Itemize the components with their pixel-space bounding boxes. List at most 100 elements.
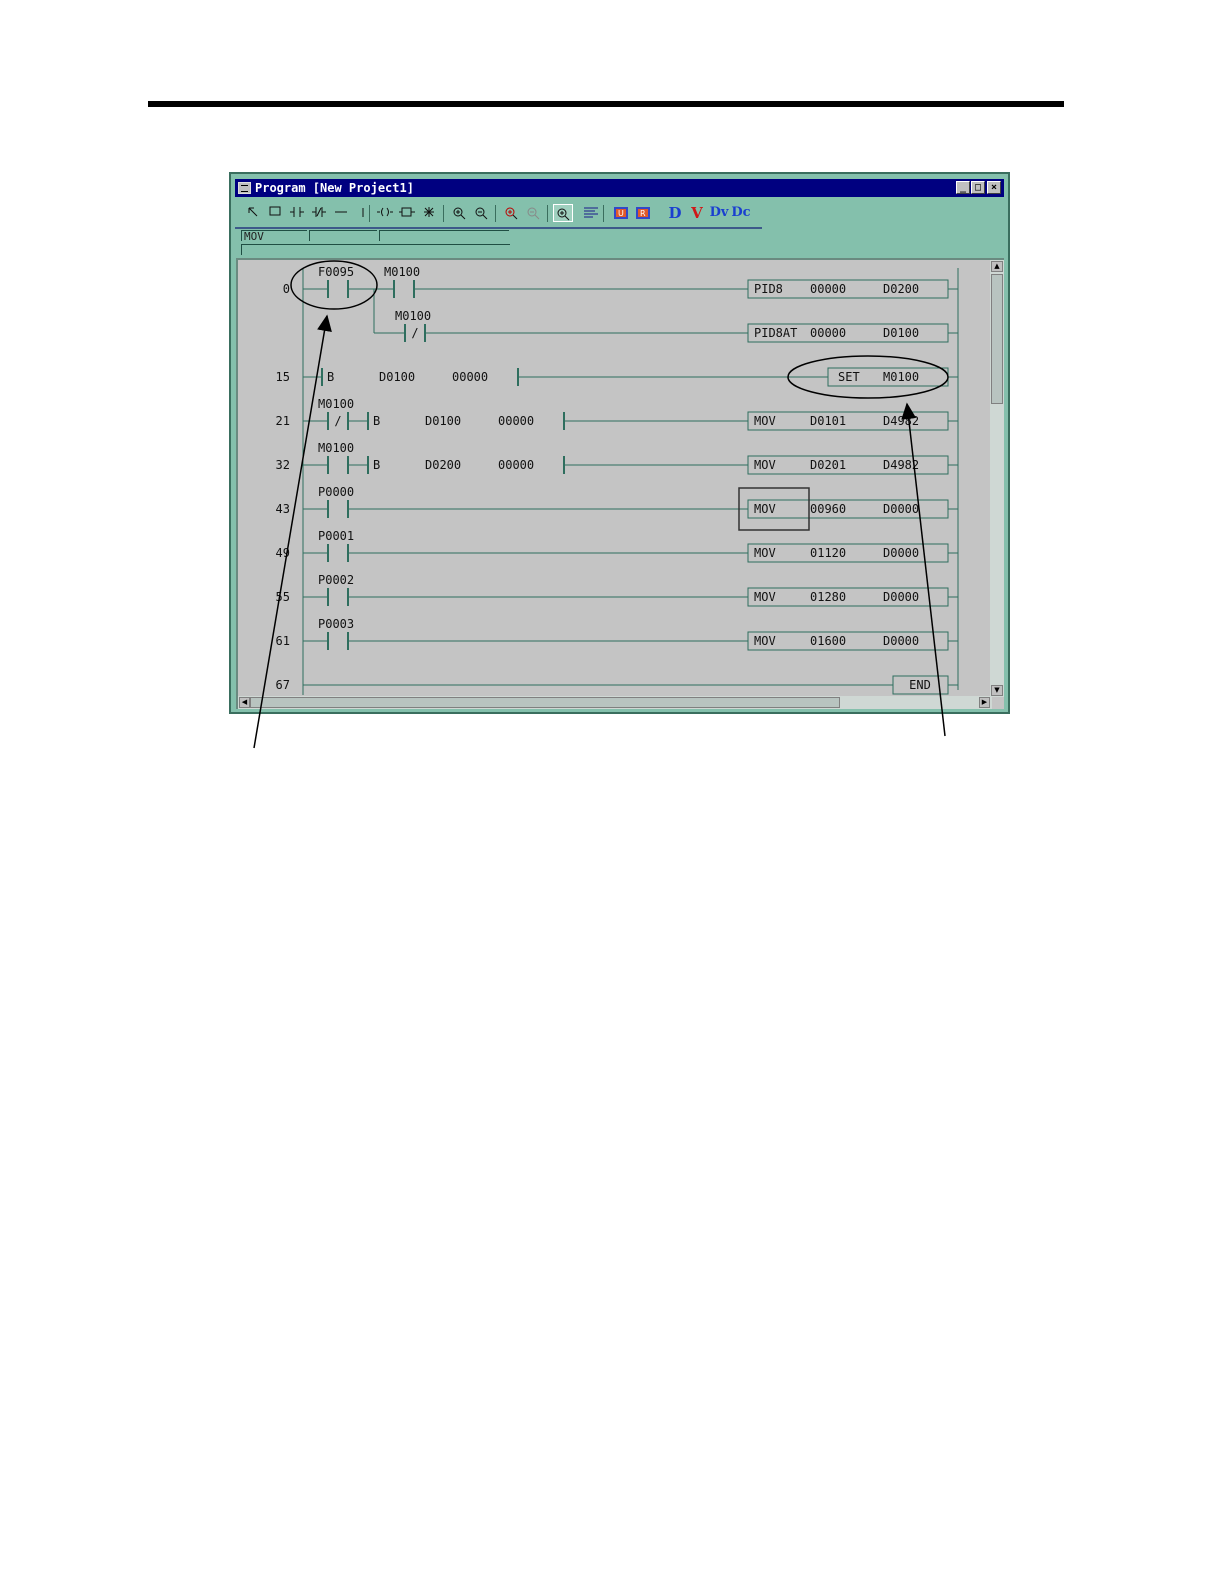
rung-49-contact-0-left-bar [327, 544, 329, 562]
program-window: Program [New Project1] _ □ × U R D V Dv … [229, 172, 1010, 714]
close-button[interactable]: × [987, 181, 1001, 194]
device-dc-button[interactable]: Dc [731, 204, 751, 222]
maximize-button[interactable]: □ [971, 181, 985, 194]
function-box-icon[interactable] [397, 204, 417, 222]
comment-lines-icon[interactable] [581, 204, 601, 222]
rung-55-op: MOV [754, 590, 776, 604]
device-dc-label: Dc [731, 205, 751, 220]
rung-0-branch-contact-left-bar [404, 324, 406, 342]
rung-61-contact-0-right-bar [347, 632, 349, 650]
vertical-line-icon[interactable] [353, 204, 373, 222]
rung-49-contact-0-label: P0001 [318, 529, 354, 543]
rung-49-arg-0: 01120 [810, 546, 846, 560]
rung-21-arg-1: D4982 [883, 414, 919, 428]
invert-icon[interactable] [419, 204, 439, 222]
rung-0-branch-arg-1: D0100 [883, 326, 919, 340]
rung-0-arg-1: D0200 [883, 282, 919, 296]
horizontal-scrollbar[interactable]: ◀ ▶ [238, 696, 992, 709]
rung-55-contact-0-left-bar [327, 588, 329, 606]
rung-55-arg-1: D0000 [883, 590, 919, 604]
instruction-comment-field[interactable] [241, 244, 510, 255]
rung-21-arg-0: D0101 [810, 414, 846, 428]
rung-21-cmp-left-bar [367, 412, 369, 430]
rung-15-op: SET [838, 370, 860, 384]
device-d-button[interactable]: D [665, 204, 685, 222]
scroll-up-button[interactable]: ▲ [991, 261, 1003, 272]
device-v-label: V [691, 204, 703, 222]
rung-61-op: MOV [754, 634, 776, 648]
rung-32-contact-0-left-bar [327, 456, 329, 474]
ladder-editor[interactable]: 0 F0095 M0100 PID8 00000 D0200 / M0100 PID8AT 000… [236, 258, 1004, 709]
rung-21-cmp-arg-0: D0100 [425, 414, 461, 428]
rung-0-branch-contact-nc-mark: / [411, 326, 418, 340]
rung-32-cmp-op: B [373, 458, 380, 472]
rung-21-cmp-right-bar [563, 412, 565, 430]
rung-32-cmp-left-bar [367, 456, 369, 474]
select-arrow-icon[interactable] [243, 204, 263, 222]
rung-55-contact-0-label: P0002 [318, 573, 354, 587]
operand1-field[interactable] [309, 230, 377, 241]
zoom-out-red-icon[interactable] [523, 204, 543, 222]
rung-21-cmp-arg-1: 00000 [498, 414, 534, 428]
instruction-field[interactable]: MOV [241, 230, 307, 242]
scroll-down-button[interactable]: ▼ [991, 685, 1003, 696]
rung-32-contact-0-label: M0100 [318, 441, 354, 455]
operand2-field[interactable] [379, 230, 509, 241]
rung-15-cmp-arg-0: D0100 [379, 370, 415, 384]
rung-32-cmp-arg-0: D0200 [425, 458, 461, 472]
rung-0-branch-op: PID8AT [754, 326, 797, 340]
vertical-scrollbar[interactable]: ▲ ▼ [990, 260, 1004, 697]
vertical-scroll-thumb[interactable] [991, 274, 1003, 404]
rung-43-op: MOV [754, 502, 776, 516]
rectangle-icon[interactable] [265, 204, 285, 222]
rung-43-contact-0-left-bar [327, 500, 329, 518]
zoom-in-red-icon[interactable] [501, 204, 521, 222]
closed-contact-icon[interactable] [309, 204, 329, 222]
rung-0-contact-1-right-bar [413, 280, 415, 298]
horizontal-line-icon[interactable] [331, 204, 351, 222]
rung-15-cmp-left-bar [321, 368, 323, 386]
zoom-toggle-icon[interactable] [553, 204, 573, 222]
rung-21-cmp-op: B [373, 414, 380, 428]
rung-0-contact-0-label: F0095 [318, 265, 354, 279]
rung-0-op: PID8 [754, 282, 783, 296]
window-titlebar[interactable]: Program [New Project1] _ □ × [235, 179, 1004, 197]
rung-32-arg-0: D0201 [810, 458, 846, 472]
zoom-in-icon[interactable] [449, 204, 469, 222]
rung-67-step-number: 67 [276, 678, 290, 692]
device-dv-button[interactable]: Dv [709, 204, 729, 222]
rung-32-step-number: 32 [276, 458, 290, 472]
rung-61-arg-1: D0000 [883, 634, 919, 648]
scroll-left-button[interactable]: ◀ [239, 697, 250, 708]
device-v-button[interactable]: V [687, 204, 707, 222]
scroll-right-button[interactable]: ▶ [979, 697, 990, 708]
open-contact-icon[interactable] [287, 204, 307, 222]
rung-0-step-number: 0 [283, 282, 290, 296]
rung-61-step-number: 61 [276, 634, 290, 648]
window-title: Program [New Project1] [255, 181, 414, 195]
rung-21-step-number: 21 [276, 414, 290, 428]
rung-0-contact-1-left-bar [393, 280, 395, 298]
rung-49-step-number: 49 [276, 546, 290, 560]
coil-icon[interactable] [375, 204, 395, 222]
minimize-button[interactable]: _ [956, 181, 970, 194]
zoom-out-icon[interactable] [471, 204, 491, 222]
instruction-input-bar: MOV [237, 230, 519, 256]
rung-61-arg-0: 01600 [810, 634, 846, 648]
rung-43-contact-0-label: P0000 [318, 485, 354, 499]
rung-0-branch-arg-0: 00000 [810, 326, 846, 340]
ladder-toolbar: U R D V Dv Dc [235, 201, 762, 229]
rung-21-contact-0-left-bar [327, 412, 329, 430]
horizontal-scroll-thumb[interactable] [250, 697, 840, 708]
rung-32-arg-1: D4982 [883, 458, 919, 472]
program-app-icon [238, 182, 251, 194]
rung-0-contact-0-right-bar [347, 280, 349, 298]
u-monitor-icon[interactable]: U [611, 204, 631, 222]
ladder-diagram[interactable]: 0 F0095 M0100 PID8 00000 D0200 / M0100 PID8AT 000… [238, 260, 992, 697]
rung-0-branch-contact-label: M0100 [395, 309, 431, 323]
rung-21-contact-0-nc-mark: / [334, 414, 341, 428]
r-monitor-icon[interactable]: R [633, 204, 653, 222]
rung-43-arg-0: 00960 [810, 502, 846, 516]
rung-15-step-number: 15 [276, 370, 290, 384]
rung-15-cmp-right-bar [517, 368, 519, 386]
